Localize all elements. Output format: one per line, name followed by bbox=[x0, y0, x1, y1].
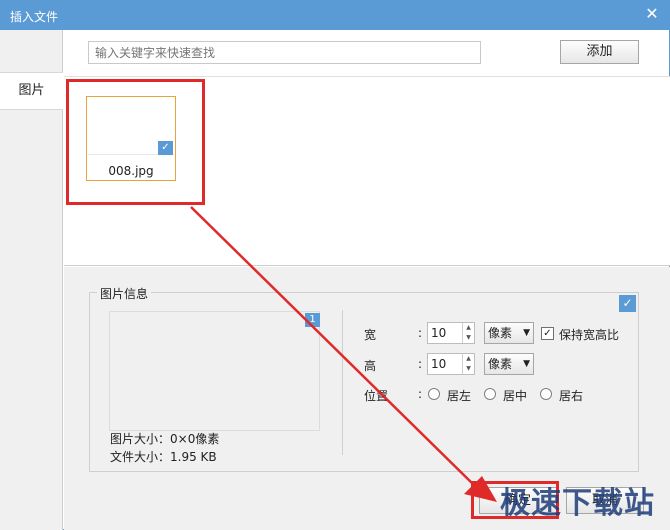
divider bbox=[342, 310, 343, 455]
align-right-radio[interactable] bbox=[540, 388, 552, 400]
keep-ratio-label: 保持宽高比 bbox=[559, 328, 620, 342]
width-stepper[interactable]: 10 ▲ ▼ bbox=[427, 322, 475, 344]
position-label: 位置 bbox=[364, 389, 389, 403]
width-colon: : bbox=[418, 326, 423, 340]
chevron-down-icon: ▼ bbox=[523, 359, 530, 369]
height-value: 10 bbox=[431, 357, 447, 371]
width-label: 宽 bbox=[364, 328, 377, 342]
sidebar-item-images[interactable]: 图片 bbox=[0, 72, 63, 110]
image-info-title: 图片信息 bbox=[97, 285, 152, 302]
checkmark-icon[interactable]: ✓ bbox=[619, 295, 636, 312]
height-stepper[interactable]: 10 ▲ ▼ bbox=[427, 353, 475, 375]
image-size-value: 0×0像素 bbox=[170, 432, 220, 446]
image-size-label: 图片大小： bbox=[110, 432, 171, 446]
position-colon: : bbox=[418, 387, 423, 401]
image-size-text: 图片大小：0×0像素 bbox=[110, 430, 219, 447]
spinner-arrows-icon[interactable]: ▲ ▼ bbox=[462, 354, 474, 374]
height-unit-select[interactable]: 像素 ▼ bbox=[484, 353, 534, 375]
height-colon: : bbox=[418, 357, 423, 371]
align-left-label: 居左 bbox=[447, 389, 472, 403]
title-bar: 插入文件 ✕ bbox=[0, 0, 670, 30]
search-input[interactable] bbox=[88, 41, 481, 64]
preview-badge: 1 bbox=[305, 313, 320, 327]
image-preview bbox=[109, 311, 320, 431]
height-unit-value: 像素 bbox=[488, 357, 513, 371]
watermark-logo: 极速下载站 bbox=[500, 486, 655, 521]
width-unit-select[interactable]: 像素 ▼ bbox=[484, 322, 534, 344]
sidebar: 图片 bbox=[0, 30, 63, 530]
file-size-text: 文件大小：1.95 KB bbox=[110, 448, 217, 465]
chevron-down-icon: ▼ bbox=[523, 328, 530, 338]
window-title: 插入文件 bbox=[10, 10, 59, 24]
width-unit-value: 像素 bbox=[488, 326, 513, 340]
close-icon[interactable]: ✕ bbox=[642, 4, 662, 24]
file-size-label: 文件大小： bbox=[110, 450, 171, 464]
align-right-label: 居右 bbox=[559, 389, 584, 403]
align-center-label: 居中 bbox=[503, 389, 528, 403]
add-button[interactable]: 添加 bbox=[560, 40, 639, 64]
file-size-value: 1.95 KB bbox=[170, 450, 217, 464]
align-center-radio[interactable] bbox=[484, 388, 496, 400]
height-label: 高 bbox=[364, 359, 377, 373]
spinner-arrows-icon[interactable]: ▲ ▼ bbox=[462, 323, 474, 343]
highlight-box-file bbox=[66, 79, 205, 205]
sidebar-item-label: 图片 bbox=[18, 83, 45, 98]
keep-ratio-checkbox[interactable]: ✓ bbox=[541, 327, 554, 340]
align-left-radio[interactable] bbox=[428, 388, 440, 400]
width-value: 10 bbox=[431, 326, 447, 340]
